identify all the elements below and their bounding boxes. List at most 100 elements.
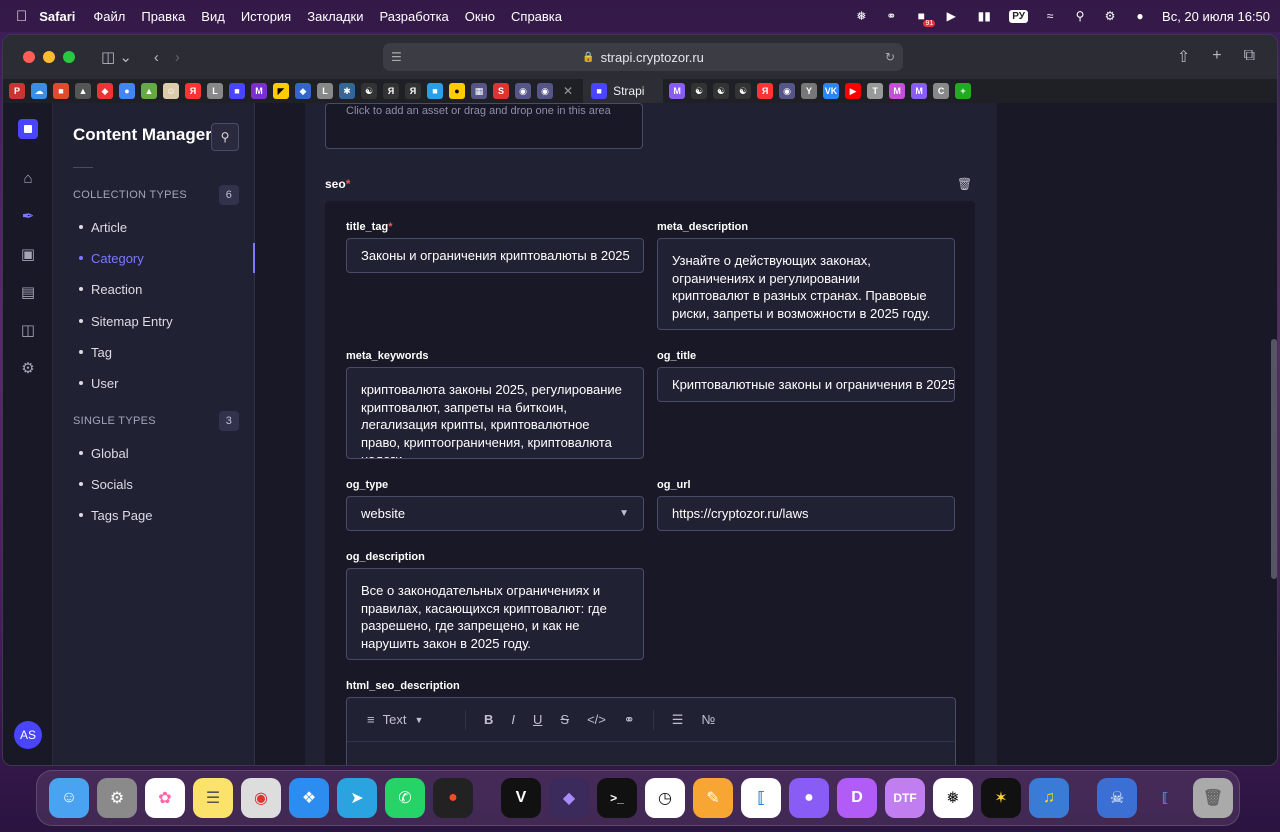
sidebar-item-article[interactable]: Article [79, 213, 255, 241]
wifi-icon[interactable]: ≈ [1042, 9, 1058, 23]
og-type-select[interactable]: website ▼ [346, 496, 644, 531]
sidebar-item-user[interactable]: User [79, 369, 255, 397]
sidebar-item-tags-page[interactable]: Tags Page [79, 501, 255, 529]
play-icon[interactable]: ▶ [943, 9, 959, 23]
marketplace-icon[interactable]: ◫ [19, 321, 37, 339]
tab-favicon[interactable]: ☯ [713, 83, 730, 99]
tab-favicon[interactable]: ■ [53, 83, 69, 99]
tab-favicon[interactable]: ● [119, 83, 135, 99]
safari-icon[interactable]: ❖ [289, 778, 329, 818]
numbered-list-icon[interactable]: № [701, 712, 715, 727]
tab-favicon[interactable]: ■ [229, 83, 245, 99]
tab-active[interactable]: ■ Strapi [583, 79, 664, 103]
new-tab-icon[interactable]: + [1212, 47, 1221, 67]
reload-icon[interactable]: ↻ [885, 50, 895, 64]
menu-view[interactable]: Вид [201, 9, 225, 24]
clock-icon[interactable]: ◷ [645, 778, 685, 818]
tab-favicon[interactable]: ▦ [471, 83, 487, 99]
search-icon[interactable]: ⚲ [1072, 9, 1088, 23]
tab-favicon[interactable]: M [251, 83, 267, 99]
single-types-section[interactable]: SINGLE TYPES 3 [73, 411, 239, 431]
notification-icon[interactable]: ■ 91 [913, 9, 936, 27]
page-menu-icon[interactable]: ☰ [391, 50, 402, 64]
back-icon[interactable]: ‹ [154, 49, 159, 66]
tab-favicon[interactable]: ▲ [75, 83, 91, 99]
date-time[interactable]: Вс, 20 июля 16:50 [1162, 9, 1270, 24]
menu-help[interactable]: Справка [511, 9, 562, 24]
sidebar-item-category[interactable]: Category [79, 243, 255, 273]
tab-favicon[interactable]: ◉ [537, 83, 553, 99]
media-upload-area[interactable]: Click to add an asset or drag and drop o… [325, 103, 643, 149]
tab-favicon[interactable]: ◤ [273, 83, 289, 99]
tab-favicon[interactable]: ◉ [779, 83, 796, 99]
sidebar-item-reaction[interactable]: Reaction [79, 275, 255, 303]
zoom-window-button[interactable] [63, 51, 75, 63]
folder-icon[interactable]: ☠ [1097, 778, 1137, 818]
dtf-icon[interactable]: DTF [885, 778, 925, 818]
input-language[interactable]: РУ [1009, 9, 1029, 23]
tab-favicon[interactable]: Я [757, 83, 774, 99]
tab-favicon[interactable]: Я [405, 83, 421, 99]
tab-favicon[interactable]: P [9, 83, 25, 99]
tab-favicon[interactable]: Я [383, 83, 399, 99]
close-tab-icon[interactable]: ✕ [563, 84, 573, 98]
sidebar-item-socials[interactable]: Socials [79, 470, 255, 498]
code-icon[interactable]: </> [587, 712, 606, 727]
whatsapp-icon[interactable]: ✆ [385, 778, 425, 818]
og-description-textarea[interactable]: Все о законодательных ограничениях и пра… [346, 568, 644, 660]
tab-favicon[interactable]: T [867, 83, 884, 99]
sidebar-item-sitemap-entry[interactable]: Sitemap Entry [79, 307, 255, 335]
siri-icon[interactable]: ● [1132, 9, 1148, 23]
tab-favicon[interactable]: ◉ [515, 83, 531, 99]
forward-icon[interactable]: › [175, 49, 180, 66]
obsidian-icon[interactable]: ◆ [549, 778, 589, 818]
collection-types-section[interactable]: COLLECTION TYPES 6 [73, 185, 239, 205]
trash-icon[interactable]: 🗑 [957, 177, 972, 191]
menu-app-name[interactable]: Safari [39, 9, 75, 24]
tab-favicon[interactable]: ▲ [141, 83, 157, 99]
home-icon[interactable]: ⌂ [19, 169, 37, 187]
menu-file[interactable]: Файл [93, 9, 125, 24]
share-icon[interactable]: ⇧ [1177, 47, 1190, 67]
menu-bookmarks[interactable]: Закладки [307, 9, 363, 24]
v2ray-icon[interactable]: V [501, 778, 541, 818]
finder-icon[interactable]: ☺ [49, 778, 89, 818]
tab-favicon[interactable]: ▶ [845, 83, 862, 99]
chrome-icon[interactable]: ◉ [241, 778, 281, 818]
tab-favicon[interactable]: ■ [427, 83, 443, 99]
yandex-music-icon[interactable]: ♫ [1029, 778, 1069, 818]
bold-icon[interactable]: B [484, 712, 493, 727]
tab-favicon[interactable]: ☯ [735, 83, 752, 99]
tab-favicon[interactable]: M [911, 83, 928, 99]
tab-favicon[interactable]: + [955, 83, 972, 99]
tab-overview-icon[interactable]: ⧉ [1244, 47, 1255, 67]
github-icon[interactable]: ● [789, 778, 829, 818]
strikethrough-icon[interactable]: S [560, 712, 569, 727]
menu-edit[interactable]: Правка [141, 9, 185, 24]
tab-favicon[interactable]: ● [449, 83, 465, 99]
photos-icon[interactable]: ✿ [145, 778, 185, 818]
content-manager-icon[interactable]: ✒ [19, 207, 37, 225]
content-type-builder-icon[interactable]: ▤ [19, 283, 37, 301]
tab-favicon[interactable]: Y [801, 83, 818, 99]
settings-icon[interactable]: ⚙ [19, 359, 37, 377]
close-window-button[interactable] [23, 51, 35, 63]
telegram-icon[interactable]: ➤ [337, 778, 377, 818]
og-title-input[interactable]: Криптовалютные законы и ограничения в 20… [657, 367, 955, 402]
tab-favicon[interactable]: S [493, 83, 509, 99]
battery-icon[interactable]: ▮▮ [973, 9, 995, 23]
notes-icon[interactable]: ☰ [193, 778, 233, 818]
menu-develop[interactable]: Разработка [380, 9, 449, 24]
pages-icon[interactable]: ✎ [693, 778, 733, 818]
chatgpt-icon[interactable]: ❅ [933, 778, 973, 818]
minimize-window-button[interactable] [43, 51, 55, 63]
meta-description-textarea[interactable]: Узнайте о действующих законах, ограничен… [657, 238, 955, 330]
rich-text-editor[interactable]: ≡ Text ▼ B I U S </> ⚭ ☰ № [346, 697, 956, 765]
tab-favicon[interactable]: L [317, 83, 333, 99]
meta-keywords-textarea[interactable]: криптовалюта законы 2025, регулирование … [346, 367, 644, 459]
spark-icon[interactable]: ✶ [981, 778, 1021, 818]
underline-icon[interactable]: U [533, 712, 542, 727]
tab-favicon[interactable]: L [207, 83, 223, 99]
sidebar-item-tag[interactable]: Tag [79, 338, 255, 366]
tab-favicon[interactable]: ☺ [163, 83, 179, 99]
